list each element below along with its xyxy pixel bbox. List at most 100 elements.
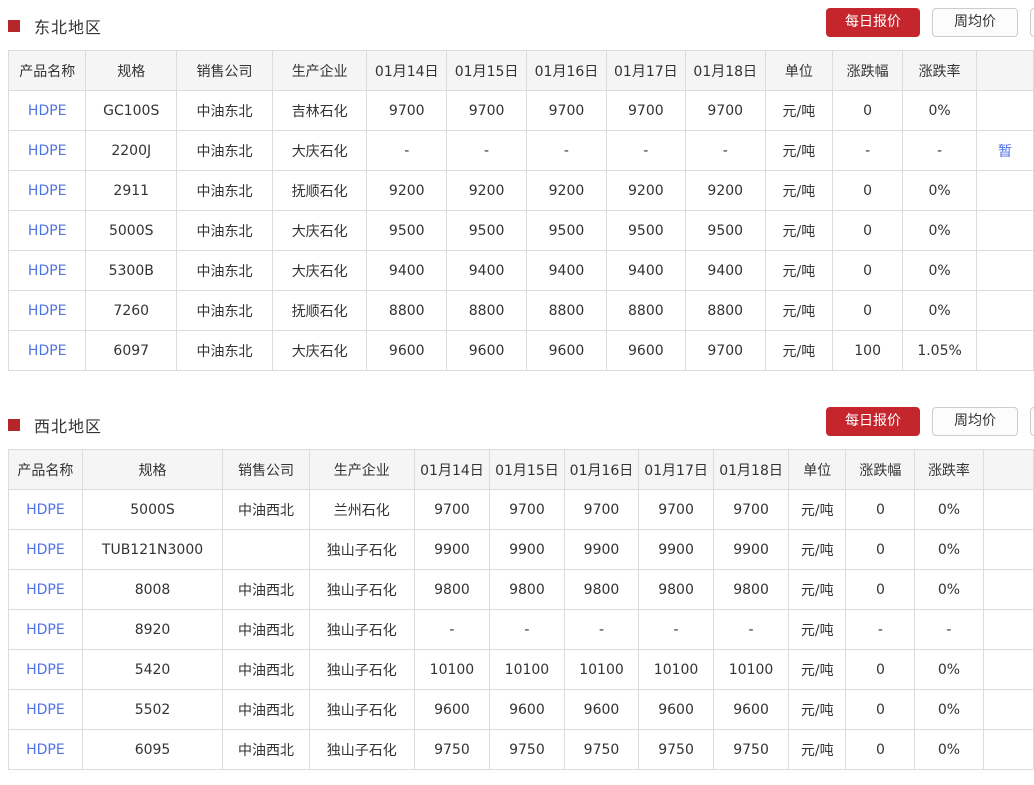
extra-cell — [982, 569, 1034, 610]
column-header: 生产企业 — [308, 449, 415, 490]
price-cell: 10100 — [563, 649, 640, 690]
price-cell: 9700 — [366, 90, 448, 131]
spec-cell: 7260 — [85, 290, 177, 331]
seller-cell: 中油西北 — [222, 489, 310, 530]
change-rate-cell: 0% — [914, 529, 984, 570]
product-name-cell: HDPE — [7, 130, 87, 171]
extra-cell-link[interactable]: 暂 — [998, 144, 1012, 160]
table-row: HDPE 6095 中油西北 独山子石化 9750 9750 9750 9750 9750 元/吨… — [8, 729, 1034, 770]
price-cell: - — [366, 130, 448, 171]
extra-cell — [976, 210, 1034, 251]
column-header: 单位 — [764, 50, 834, 91]
change-amount-cell: 0 — [845, 649, 916, 690]
change-rate-cell: 0% — [914, 649, 984, 690]
product-name-cell-link[interactable]: HDPE — [28, 103, 67, 119]
price-cell: 8800 — [446, 290, 528, 331]
unit-cell: 元/吨 — [788, 649, 847, 690]
seller-cell: 中油东北 — [175, 330, 274, 371]
price-cell: 9700 — [684, 90, 766, 131]
section-title: 东北地区 — [34, 18, 103, 37]
price-cell: 9700 — [488, 489, 565, 530]
price-cell: 9400 — [684, 250, 766, 291]
product-name-cell-link[interactable]: HDPE — [26, 702, 65, 718]
table-row: HDPE 2911 中油东北 抚顺石化 9200 9200 9200 9200 9200 元/吨 0… — [7, 170, 1034, 211]
product-name-cell-link[interactable]: HDPE — [26, 542, 65, 558]
price-cell: 9600 — [638, 689, 715, 730]
price-cell: 9600 — [605, 330, 686, 371]
table-row: HDPE 5300B 中油东北 大庆石化 9400 9400 9400 9400 9400 元/吨… — [7, 250, 1034, 291]
producer-cell: 大庆石化 — [272, 130, 368, 171]
price-cell: 9600 — [713, 689, 790, 730]
change-rate-cell: - — [902, 130, 977, 171]
spec-cell: 2911 — [85, 170, 177, 211]
column-header: 01月14日 — [413, 449, 490, 490]
column-header: 销售公司 — [222, 449, 310, 490]
product-name-cell-link[interactable]: HDPE — [26, 622, 65, 638]
column-header: 01月16日 — [526, 50, 607, 91]
seller-cell: 中油西北 — [222, 729, 310, 770]
product-name-cell-link[interactable]: HDPE — [26, 502, 65, 518]
price-cell: 9200 — [366, 170, 448, 211]
change-amount-cell: 0 — [845, 569, 916, 610]
price-cell: 8800 — [684, 290, 766, 331]
product-name-cell-link[interactable]: HDPE — [28, 183, 67, 199]
producer-cell: 大庆石化 — [272, 210, 368, 251]
price-cell: 9800 — [488, 569, 565, 610]
column-header: 01月14日 — [366, 50, 448, 91]
page-viewport: 东北地区 每日报价 周均价 产品名称 规格 销售公司 生产企业 01月14日 01月15日… — [0, 0, 1034, 785]
extra-cell — [976, 290, 1034, 331]
product-name-cell-link[interactable]: HDPE — [28, 143, 67, 159]
price-cell: 9400 — [366, 250, 448, 291]
weekly-average-button[interactable]: 周均价 — [932, 8, 1018, 37]
change-amount-cell: 100 — [832, 330, 904, 371]
seller-cell: 中油东北 — [175, 290, 274, 331]
product-name-cell-link[interactable]: HDPE — [26, 582, 65, 598]
column-header: 单位 — [788, 449, 847, 490]
price-cell: - — [446, 130, 528, 171]
producer-cell: 抚顺石化 — [272, 170, 368, 211]
producer-cell: 独山子石化 — [308, 569, 415, 610]
product-name-cell: HDPE — [7, 250, 87, 291]
partial-cutoff-button[interactable] — [1030, 407, 1034, 436]
seller-cell: 中油东北 — [175, 90, 274, 131]
price-cell: 9750 — [488, 729, 565, 770]
price-cell: 9800 — [638, 569, 715, 610]
product-name-cell-link[interactable]: HDPE — [28, 223, 67, 239]
spec-cell: 5300B — [85, 250, 177, 291]
product-name-cell-link[interactable]: HDPE — [28, 263, 67, 279]
seller-cell: 中油西北 — [222, 609, 310, 650]
producer-cell: 大庆石化 — [272, 330, 368, 371]
price-cell: 9900 — [488, 529, 565, 570]
price-cell: 9500 — [526, 210, 607, 251]
section-northeast-header: 东北地区 每日报价 周均价 — [0, 0, 1034, 50]
column-header: 01月15日 — [446, 50, 528, 91]
change-amount-cell: 0 — [845, 729, 916, 770]
product-name-cell-link[interactable]: HDPE — [26, 662, 65, 678]
seller-cell: 中油西北 — [222, 569, 310, 610]
partial-cutoff-button[interactable] — [1030, 8, 1034, 37]
producer-cell: 独山子石化 — [308, 729, 415, 770]
change-rate-cell: 0% — [902, 210, 977, 251]
producer-cell: 抚顺石化 — [272, 290, 368, 331]
column-header: 涨跌率 — [902, 50, 977, 91]
extra-cell — [982, 529, 1034, 570]
product-name-cell-link[interactable]: HDPE — [28, 303, 67, 319]
price-cell: - — [638, 609, 715, 650]
price-cell: - — [684, 130, 766, 171]
unit-cell: 元/吨 — [788, 489, 847, 530]
weekly-average-button[interactable]: 周均价 — [932, 407, 1018, 436]
product-name-cell-link[interactable]: HDPE — [28, 343, 67, 359]
change-rate-cell: 0% — [902, 90, 977, 131]
daily-quote-button[interactable]: 每日报价 — [826, 8, 920, 37]
seller-cell: 中油东北 — [175, 130, 274, 171]
unit-cell: 元/吨 — [764, 330, 834, 371]
daily-quote-button[interactable]: 每日报价 — [826, 407, 920, 436]
change-amount-cell: 0 — [832, 170, 904, 211]
change-amount-cell: 0 — [832, 210, 904, 251]
price-cell: 10100 — [488, 649, 565, 690]
unit-cell: 元/吨 — [788, 729, 847, 770]
unit-cell: 元/吨 — [788, 609, 847, 650]
change-rate-cell: 0% — [902, 290, 977, 331]
product-name-cell-link[interactable]: HDPE — [26, 742, 65, 758]
